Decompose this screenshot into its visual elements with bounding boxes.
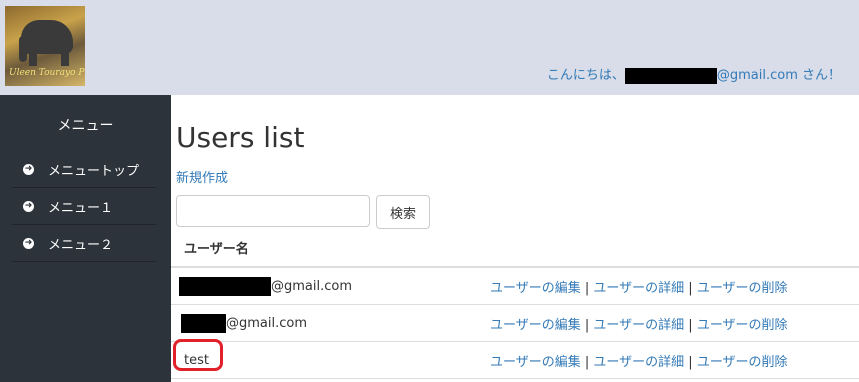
separator: | — [684, 354, 697, 370]
edit-user-link[interactable]: ユーザーの編集 — [490, 355, 581, 370]
elephant-logo[interactable]: Uleen Tourayo Project — [5, 6, 85, 86]
search-input[interactable] — [176, 195, 370, 227]
user-detail-link[interactable]: ユーザーの詳細 — [593, 281, 684, 296]
username-cell: @gmail.com — [181, 313, 308, 333]
elephant-legs — [29, 50, 69, 66]
separator: | — [684, 317, 697, 333]
redacted-username — [181, 313, 226, 333]
delete-user-link[interactable]: ユーザーの削除 — [697, 355, 788, 370]
sidebar-item-menu-1[interactable]: ➜ メニュー１ — [12, 188, 156, 225]
delete-user-link[interactable]: ユーザーの削除 — [697, 281, 788, 296]
row-actions: ユーザーの編集 | ユーザーの詳細 | ユーザーの削除 — [490, 351, 788, 370]
header: Uleen Tourayo Project こんにちは、 @gmail.com さ… — [0, 0, 859, 95]
sidebar: メニュー ➜ メニュートップ ➜ メニュー１ ➜ メニュー２ — [0, 95, 171, 382]
username-suffix: @gmail.com — [226, 315, 308, 331]
table-row: @gmail.com ユーザーの編集 | ユーザーの詳細 | ユーザーの削除 — [171, 268, 859, 305]
new-user-link[interactable]: 新規作成 — [176, 167, 228, 186]
row-actions: ユーザーの編集 | ユーザーの詳細 | ユーザーの削除 — [490, 277, 788, 296]
edit-user-link[interactable]: ユーザーの編集 — [490, 318, 581, 333]
sidebar-item-label: メニュートップ — [48, 163, 140, 179]
user-detail-link[interactable]: ユーザーの詳細 — [593, 355, 684, 370]
redacted-username — [624, 67, 717, 84]
logo-text: Uleen Tourayo Project — [9, 68, 85, 78]
greeting-prefix: こんにちは、 — [546, 68, 625, 83]
username-suffix: @gmail.com — [271, 278, 353, 294]
sidebar-item-label: メニュー２ — [48, 237, 114, 253]
greeting-suffix: @gmail.com さん！ — [716, 68, 841, 83]
elephant-trunk — [19, 36, 27, 62]
row-actions: ユーザーの編集 | ユーザーの詳細 | ユーザーの削除 — [490, 314, 788, 333]
table-row: @gmail.com ユーザーの編集 | ユーザーの詳細 | ユーザーの削除 — [171, 305, 859, 342]
separator: | — [580, 280, 594, 296]
user-detail-link[interactable]: ユーザーの詳細 — [593, 318, 684, 333]
separator: | — [580, 317, 594, 333]
sidebar-item-label: メニュー１ — [48, 200, 114, 216]
search-button[interactable]: 検索 — [376, 195, 430, 229]
arrow-circle-right-icon: ➜ — [23, 200, 34, 212]
greeting: こんにちは、 @gmail.com さん！ — [547, 64, 841, 84]
username-cell: @gmail.com — [179, 276, 353, 296]
table-row: test ユーザーの編集 | ユーザーの詳細 | ユーザーの削除 — [171, 339, 859, 379]
sidebar-item-menu-top[interactable]: ➜ メニュートップ — [12, 151, 156, 188]
delete-user-link[interactable]: ユーザーの削除 — [697, 318, 788, 333]
column-header-username: ユーザー名 — [171, 229, 859, 268]
page-title: Users list — [176, 121, 305, 154]
redacted-username — [179, 276, 271, 296]
main-content: Users list 新規作成 検索 ユーザー名 @gmail.com ユーザー… — [171, 95, 859, 382]
sidebar-title: メニュー — [57, 118, 114, 134]
arrow-circle-right-icon: ➜ — [23, 237, 34, 249]
elephant-shape — [21, 20, 73, 54]
separator: | — [684, 280, 697, 296]
separator: | — [580, 354, 594, 370]
arrow-circle-right-icon: ➜ — [23, 163, 34, 175]
sidebar-item-menu-2[interactable]: ➜ メニュー２ — [12, 225, 156, 262]
username-cell: test — [184, 352, 209, 368]
edit-user-link[interactable]: ユーザーの編集 — [490, 281, 581, 296]
users-table: ユーザー名 @gmail.com ユーザーの編集 | ユーザーの詳細 | ユーザ… — [171, 229, 859, 379]
